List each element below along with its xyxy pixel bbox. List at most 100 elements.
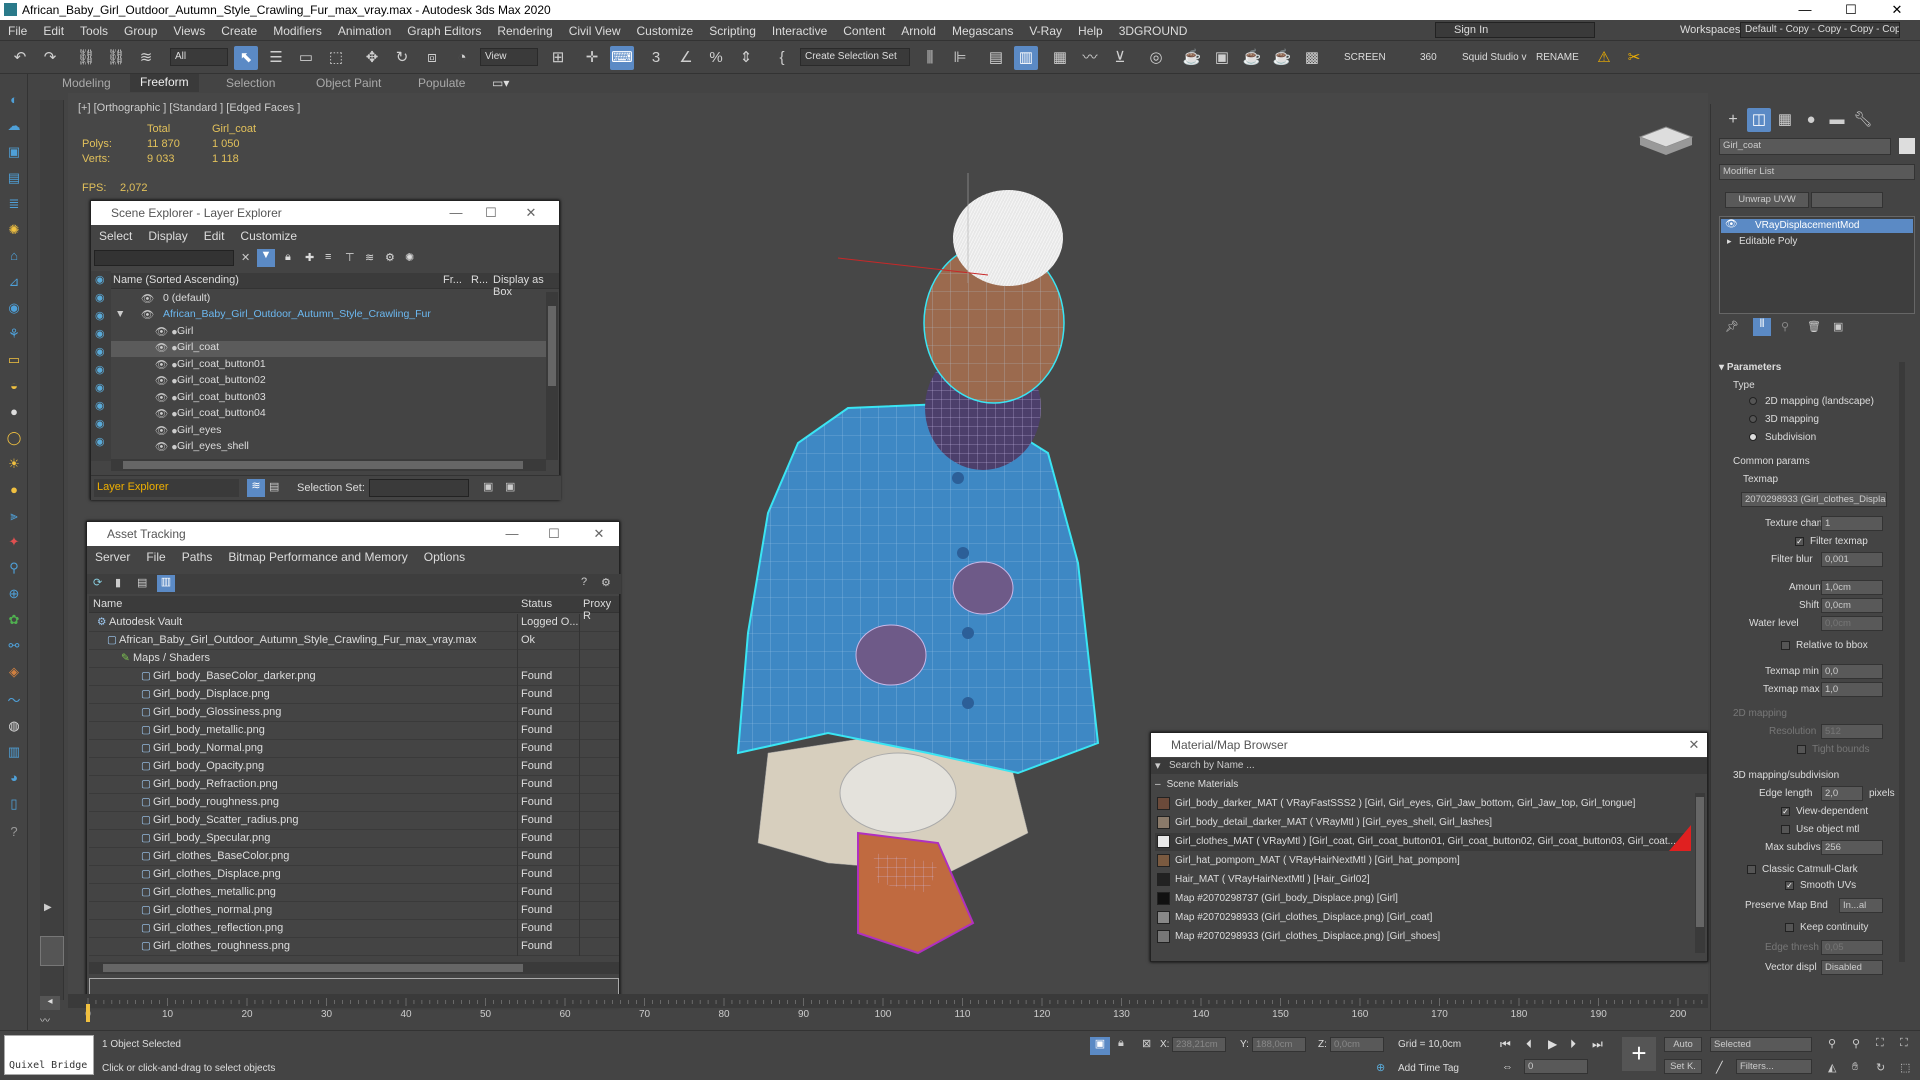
select-manipulate-icon[interactable]: ✛ — [580, 46, 604, 70]
light-icon[interactable]: ✺ — [4, 222, 24, 242]
preserve-map-dropdown[interactable]: In...al — [1839, 898, 1883, 913]
modifier-slot[interactable] — [1811, 192, 1883, 208]
redo-icon[interactable]: ↷ — [38, 46, 62, 70]
menu-help[interactable]: Help — [1070, 20, 1111, 38]
material-search[interactable]: ▾ Search by Name ... — [1151, 758, 1707, 774]
eye-icon[interactable]: 👁︎ — [1725, 219, 1738, 230]
asset-row[interactable]: ▢ Girl_body_metallic.png Found — [89, 722, 619, 740]
place-icon[interactable]: ◔ — [450, 46, 474, 70]
render-active-icon[interactable]: ☕ — [1270, 46, 1294, 70]
object-row[interactable]: 👁︎ ● Girl_coat — [111, 341, 546, 357]
menu-modifiers[interactable]: Modifiers — [265, 20, 330, 38]
menu-bitmap-performance[interactable]: Bitmap Performance and Memory — [220, 546, 415, 568]
auto-key-button[interactable]: Auto — [1664, 1037, 1702, 1052]
dot-icon[interactable]: ● — [4, 482, 24, 502]
relative-bbox-checkbox[interactable]: Relative to bbox — [1781, 640, 1868, 651]
expand-arrow-icon[interactable]: ▶ — [44, 902, 52, 913]
explorer-hscrollbar[interactable] — [111, 459, 546, 471]
asset-row[interactable]: ▢ Girl_body_roughness.png Found — [89, 794, 619, 812]
parameters-rollout[interactable]: ▾ Parameters — [1719, 362, 1781, 373]
viewport-icon[interactable]: ◐ — [4, 92, 24, 112]
layers-icon[interactable]: ≡ — [325, 251, 331, 263]
object-row[interactable]: 👁︎ ● Girl_coat_button02 — [111, 374, 546, 390]
object-row[interactable]: 👁︎ ● Girl_eyes_shell — [111, 440, 546, 456]
filters-button[interactable]: Filters... — [1736, 1059, 1812, 1074]
side-icon[interactable]: ◉ — [95, 399, 105, 412]
resolution-spinner[interactable]: 512 — [1821, 724, 1883, 739]
settings-icon[interactable]: ⚙ — [601, 576, 611, 589]
amount-spinner[interactable]: 1,0cm — [1821, 580, 1883, 595]
modify-tab-icon[interactable]: ◫ — [1747, 108, 1771, 132]
select-by-name-icon[interactable]: ☰ — [264, 46, 288, 70]
x-coordinate[interactable]: 238,21cm — [1172, 1037, 1226, 1052]
menu-display[interactable]: Display — [140, 225, 195, 247]
utilities-tab-icon[interactable]: 🔧︎ — [1851, 108, 1875, 132]
object-row[interactable]: 👁︎ ● Girl_coat_button01 — [111, 358, 546, 374]
maximize-button[interactable]: ☐ — [476, 201, 506, 225]
texmap-min-spinner[interactable]: 0,0 — [1821, 664, 1883, 679]
ref-coord-dropdown[interactable]: View — [480, 48, 538, 66]
angle-snap-icon[interactable]: ∠ — [674, 46, 698, 70]
close-button[interactable]: ✕ — [1874, 0, 1920, 20]
select-object-icon[interactable]: ⬉ — [234, 46, 258, 70]
sphere-icon[interactable]: ● — [4, 404, 24, 424]
radio-2d-landscape[interactable]: 2D mapping (landscape) — [1749, 396, 1874, 407]
material-row[interactable]: Girl_body_darker_MAT ( VRayFastSSS2 ) [G… — [1155, 795, 1691, 813]
asset-row[interactable]: ▢ Girl_clothes_metallic.png Found — [89, 884, 619, 902]
material-editor-icon[interactable]: ◎ — [1144, 46, 1168, 70]
layer-manager-icon[interactable]: ▤ — [984, 46, 1008, 70]
command-panel-scrollbar[interactable] — [1899, 362, 1905, 962]
tree-icon[interactable]: ⚲ — [4, 560, 24, 580]
doc-icon[interactable]: ▮ — [115, 576, 121, 589]
view-dependent-checkbox[interactable]: ✓ View-dependent — [1781, 806, 1868, 817]
list-view-icon[interactable]: ▥ — [157, 575, 175, 592]
shift-spinner[interactable]: 0,0cm — [1821, 598, 1883, 613]
hierarchy-tab-icon[interactable]: ▦ — [1773, 108, 1797, 132]
table-icon[interactable]: ▤ — [137, 576, 147, 589]
timeline-ruler[interactable]: 0102030405060708090100110120130140150160… — [68, 998, 1708, 1028]
tab-populate[interactable]: Populate — [418, 76, 465, 90]
unwrap-uvw-button[interactable]: Unwrap UVW — [1725, 192, 1809, 208]
material-row[interactable]: Girl_hat_pompom_MAT ( VRayHairNextMtl ) … — [1155, 852, 1691, 870]
selection-set-dropdown[interactable] — [369, 479, 469, 497]
vector-displ-dropdown[interactable]: Disabled — [1821, 960, 1883, 975]
asset-row[interactable]: ▢ Girl_body_Scatter_radius.png Found — [89, 812, 619, 830]
move-icon[interactable]: ✥ — [360, 46, 384, 70]
menu-scripting[interactable]: Scripting — [701, 20, 764, 38]
edge-thresh-spinner[interactable]: 0,05 — [1821, 940, 1883, 955]
object-color-swatch[interactable] — [1899, 138, 1915, 154]
render-frame-icon[interactable]: ▣ — [1210, 46, 1234, 70]
time-cursor[interactable] — [86, 1004, 90, 1022]
material-row[interactable]: Map #2070298933 (Girl_clothes_Displace.p… — [1155, 909, 1691, 927]
radio-subdivision[interactable]: Subdivision — [1749, 432, 1816, 443]
mirror-icon[interactable]: ⫼ — [918, 46, 942, 70]
asset-row[interactable]: ▢ Girl_body_Opacity.png Found — [89, 758, 619, 776]
menu-interactive[interactable]: Interactive — [764, 20, 835, 38]
create-tab-icon[interactable]: + — [1721, 108, 1745, 132]
maximize-button[interactable]: ☐ — [539, 522, 569, 546]
configure-sets-icon[interactable]: ▣ — [1833, 320, 1843, 333]
refresh-icon[interactable]: ⟳ — [93, 576, 102, 589]
help-icon[interactable]: ? — [581, 576, 587, 588]
menu-edit[interactable]: Edit — [196, 225, 233, 247]
squid-studio-label[interactable]: Squid Studio v — [1462, 52, 1527, 63]
asset-row[interactable]: ✎ Maps / Shaders — [89, 650, 619, 668]
asset-row[interactable]: ⚙ Autodesk Vault Logged O... — [89, 614, 619, 632]
asset-row[interactable]: ▢ Girl_body_Glossiness.png Found — [89, 704, 619, 722]
create-selection-set-dropdown[interactable]: Create Selection Set — [800, 48, 910, 66]
material-vscrollbar[interactable] — [1695, 793, 1705, 953]
pan-icon[interactable]: ✋︎ — [1852, 1061, 1858, 1074]
zoom-extents-all-icon[interactable]: ⛶ — [1900, 1037, 1908, 1050]
helper-icon[interactable]: ⊿ — [4, 274, 24, 294]
side-icon[interactable]: ◉ — [95, 273, 105, 286]
keep-continuity-checkbox[interactable]: Keep continuity — [1785, 922, 1868, 933]
material-row[interactable]: Girl_clothes_MAT ( VRayMtl ) [Girl_coat,… — [1155, 825, 1691, 851]
layer-row[interactable]: 👁︎ 0 (default) — [111, 292, 546, 308]
stack-item-selected[interactable]: 👁︎ VRayDisplacementMod — [1721, 219, 1913, 233]
schematic-view-icon[interactable]: ⊻ — [1108, 46, 1132, 70]
filter-icon[interactable]: ▼ — [257, 249, 275, 267]
menu-arnold[interactable]: Arnold — [893, 20, 944, 38]
keyboard-shortcut-icon[interactable]: ⌨ — [610, 46, 634, 70]
asset-row[interactable]: ▢ Girl_body_Displace.png Found — [89, 686, 619, 704]
object-row[interactable]: 👁︎ ● Girl_eyes — [111, 424, 546, 440]
